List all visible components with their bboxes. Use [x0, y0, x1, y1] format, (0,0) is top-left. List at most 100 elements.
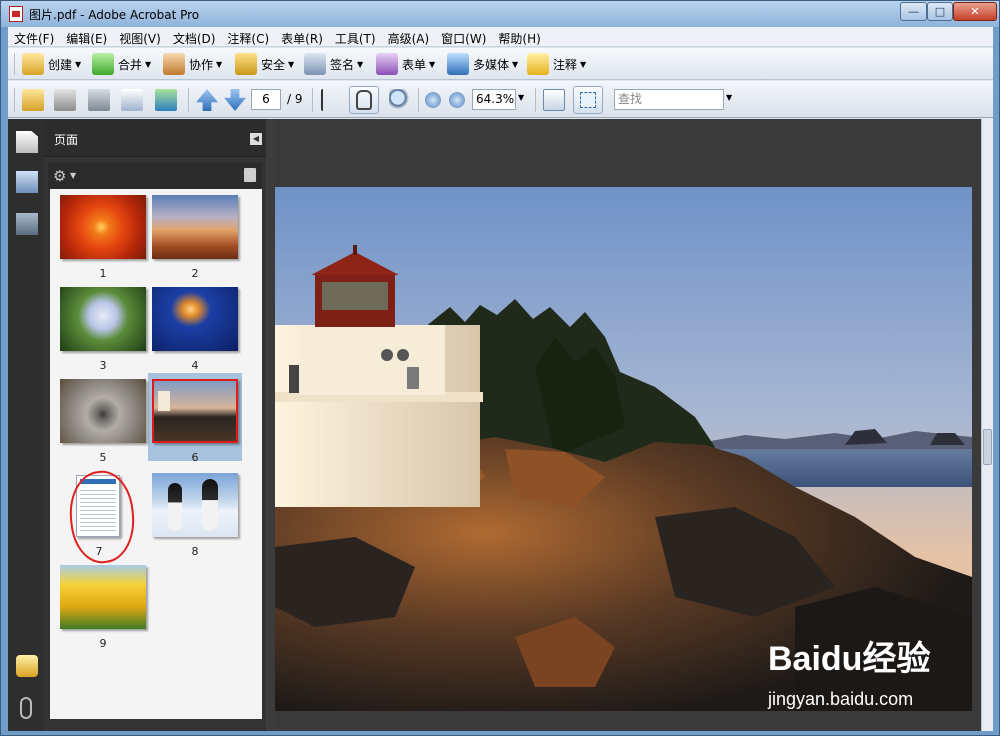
- baidu-watermark: Baidu经验 jingyan.baidu.com: [746, 631, 996, 721]
- zoom-level-input[interactable]: 64.3%: [472, 89, 516, 110]
- watermark-brand: Baidu经验: [768, 640, 931, 678]
- scrollbar-thumb[interactable]: [983, 429, 992, 465]
- thumbnail-6[interactable]: [152, 379, 238, 443]
- menu-file[interactable]: 文件(F): [8, 27, 60, 47]
- menu-advanced[interactable]: 高级(A): [382, 27, 436, 47]
- window-title: 图片.pdf - Adobe Acrobat Pro: [29, 8, 200, 22]
- toolbar-separator: [418, 88, 419, 112]
- thumbnail-label: 8: [191, 545, 199, 558]
- combine-button[interactable]: 合并 ▼: [92, 52, 151, 76]
- maximize-button[interactable]: □: [927, 2, 953, 21]
- menu-document[interactable]: 文档(D): [167, 27, 222, 47]
- zoom-out-icon[interactable]: [425, 92, 441, 108]
- watermark-url: jingyan.baidu.com: [768, 689, 914, 709]
- combine-icon: [92, 53, 114, 75]
- sign-label: 签名: [330, 57, 355, 72]
- secure-label: 安全: [261, 57, 286, 72]
- collaborate-icon: [163, 53, 185, 75]
- toolbar-grip: [14, 88, 15, 112]
- film-icon: [447, 53, 469, 75]
- thumbnail-label: 9: [99, 637, 107, 650]
- panel-splitter[interactable]: [266, 119, 274, 731]
- share-globe-icon[interactable]: [155, 89, 177, 111]
- lighthouse-shape: [158, 391, 170, 411]
- collapse-panel-icon[interactable]: ◀: [250, 133, 262, 145]
- open-folder-icon[interactable]: [22, 89, 44, 111]
- penguin-shape: [202, 479, 218, 531]
- sign-button[interactable]: 签名 ▼: [304, 52, 363, 76]
- comment-label: 注释: [553, 57, 578, 72]
- thumbnail-9[interactable]: [60, 565, 146, 629]
- menu-edit[interactable]: 编辑(E): [60, 27, 113, 47]
- previous-page-icon[interactable]: [196, 89, 218, 111]
- close-button[interactable]: ✕: [953, 2, 997, 21]
- thumbnail-3[interactable]: [60, 287, 146, 351]
- lock-icon: [235, 53, 257, 75]
- zoom-in-icon[interactable]: [449, 92, 465, 108]
- menu-window[interactable]: 窗口(W): [435, 27, 492, 47]
- find-input[interactable]: 查找: [614, 89, 724, 110]
- menu-view[interactable]: 视图(V): [113, 27, 167, 47]
- fit-page-icon: [580, 92, 596, 108]
- menu-tools[interactable]: 工具(T): [329, 27, 382, 47]
- page-number-input[interactable]: 6: [251, 89, 281, 110]
- thumbnail-label: 6: [191, 451, 199, 464]
- zoom-dropdown-arrow[interactable]: ▼: [518, 93, 524, 102]
- secure-button[interactable]: 安全 ▼: [235, 52, 294, 76]
- forms-label: 表单: [402, 57, 427, 72]
- pen-icon: [304, 53, 326, 75]
- thumbnail-list: 1 2 3 4 5 6 7 8 9: [50, 189, 262, 719]
- thumbnail-2[interactable]: [152, 195, 238, 259]
- create-label: 创建: [48, 57, 73, 72]
- select-text-icon[interactable]: [321, 89, 331, 111]
- thumbnail-label: 4: [191, 359, 199, 372]
- thumbnail-5[interactable]: [60, 379, 146, 443]
- thumbnail-label: 7: [95, 545, 103, 558]
- menu-forms[interactable]: 表单(R): [275, 27, 329, 47]
- forms-button[interactable]: 表单 ▼: [376, 52, 435, 76]
- navigation-rail: [8, 119, 44, 731]
- thumbnail-4[interactable]: [152, 287, 238, 351]
- signatures-icon[interactable]: [16, 213, 38, 235]
- zoom-marquee-icon[interactable]: [389, 89, 411, 111]
- trash-icon[interactable]: [244, 168, 256, 182]
- pages-panel-title: 页面: [54, 133, 79, 147]
- thumbnail-label: 1: [99, 267, 107, 280]
- options-dropdown-arrow[interactable]: ▼: [70, 171, 76, 180]
- menu-bar: 文件(F) 编辑(E) 视图(V) 文档(D) 注释(C) 表单(R) 工具(T…: [8, 27, 993, 47]
- thumbnail-label: 3: [99, 359, 107, 372]
- menu-help[interactable]: 帮助(H): [492, 27, 546, 47]
- pages-panel: 页面 ◀ ⚙ ▼ 1 2 3 4 5 6 7 8 9: [44, 119, 266, 731]
- form-icon: [376, 53, 398, 75]
- create-button[interactable]: 创建 ▼: [22, 52, 81, 76]
- gear-icon[interactable]: ⚙: [53, 167, 66, 185]
- pdf-app-icon: [9, 6, 23, 22]
- page-total: / 9: [287, 92, 303, 106]
- minimize-button[interactable]: —: [900, 2, 927, 21]
- hand-tool-button[interactable]: [349, 86, 379, 114]
- thumbnail-label: 2: [191, 267, 199, 280]
- collaborate-button[interactable]: 协作 ▼: [163, 52, 222, 76]
- save-icon[interactable]: [88, 89, 110, 111]
- client-area: 文件(F) 编辑(E) 视图(V) 文档(D) 注释(C) 表单(R) 工具(T…: [8, 27, 993, 731]
- thumbnail-8[interactable]: [152, 473, 238, 537]
- next-page-icon[interactable]: [224, 89, 246, 111]
- fit-width-icon[interactable]: [543, 89, 565, 111]
- attachments-icon[interactable]: [20, 697, 32, 719]
- hand-icon: [356, 90, 372, 110]
- comment-button[interactable]: 注释 ▼: [527, 52, 586, 76]
- multimedia-button[interactable]: 多媒体 ▼: [447, 52, 518, 76]
- bookmarks-icon[interactable]: [16, 171, 38, 193]
- pages-panel-icon[interactable]: [16, 131, 38, 153]
- toolbar-separator: [188, 88, 189, 112]
- comments-icon[interactable]: [16, 655, 38, 677]
- email-icon[interactable]: [121, 89, 143, 111]
- thumbnail-1[interactable]: [60, 195, 146, 259]
- fit-page-button[interactable]: [573, 86, 603, 114]
- toolbar-separator: [535, 88, 536, 112]
- acrobat-window: 图片.pdf - Adobe Acrobat Pro — □ ✕ 文件(F) 编…: [0, 0, 1000, 736]
- find-dropdown-arrow[interactable]: ▼: [726, 93, 732, 102]
- print-icon[interactable]: [54, 89, 76, 111]
- collaborate-label: 协作: [189, 57, 214, 72]
- menu-comments[interactable]: 注释(C): [221, 27, 275, 47]
